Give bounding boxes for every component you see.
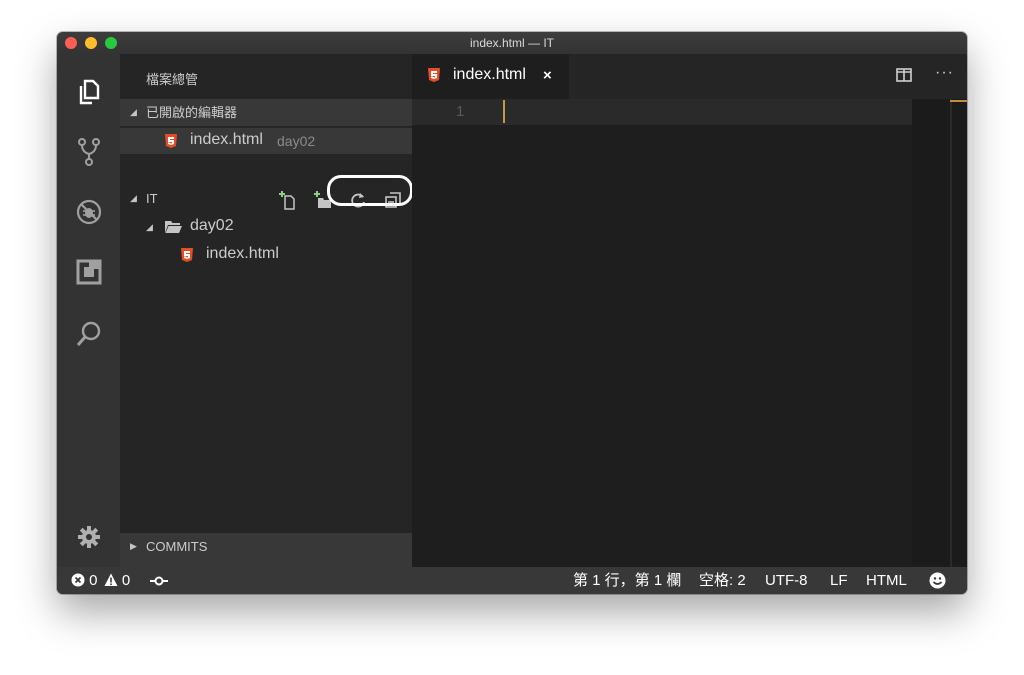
problems-indicator[interactable]: 0 0	[71, 567, 130, 594]
tree-folder-label: day02	[190, 217, 234, 234]
open-editor-filename: index.html	[190, 131, 263, 148]
open-editors-label: 已開啟的編輯器	[146, 105, 238, 120]
cursor-marker	[950, 100, 967, 102]
html-file-icon	[428, 68, 440, 82]
end-of-line[interactable]: LF	[830, 567, 848, 594]
tab-label: index.html	[453, 66, 526, 83]
sidebar-title: 檔案總管	[146, 72, 199, 87]
workspace-label: IT	[146, 191, 158, 206]
extensions-icon[interactable]	[71, 254, 107, 290]
html-file-icon	[181, 248, 193, 262]
close-icon[interactable]: ×	[543, 67, 552, 84]
folder-open-icon	[165, 221, 182, 233]
chevron-down-icon: ◢	[130, 193, 137, 203]
warning-icon	[104, 573, 118, 586]
source-control-icon[interactable]	[71, 134, 107, 170]
title-bar: index.html — IT	[57, 32, 967, 55]
editor-window: index.html — IT 檔案總管 ◢ 已開啟的編輯器 index.htm…	[57, 32, 967, 594]
html-file-icon	[165, 134, 177, 148]
git-commit-icon[interactable]	[150, 575, 168, 587]
new-file-folder-highlight	[327, 175, 413, 206]
feedback-smiley-icon[interactable]	[929, 572, 946, 589]
tab-bar: index.html × ···	[412, 54, 967, 99]
encoding[interactable]: UTF-8	[765, 567, 808, 594]
explorer-sidebar: 檔案總管 ◢ 已開啟的編輯器 index.html day02 ◢ IT ◢ d…	[120, 54, 413, 589]
activity-bar	[57, 54, 120, 567]
split-editor-icon[interactable]	[896, 68, 912, 82]
open-editor-item[interactable]: index.html day02	[120, 128, 412, 154]
search-icon[interactable]	[71, 316, 107, 352]
current-line-highlight	[412, 99, 912, 125]
indentation[interactable]: 空格: 2	[699, 567, 746, 594]
overview-ruler[interactable]	[950, 99, 952, 567]
minimap[interactable]	[912, 99, 967, 567]
line-number: 1	[456, 103, 465, 120]
new-file-icon[interactable]	[278, 190, 298, 210]
error-count: 0	[89, 572, 98, 589]
more-actions-icon[interactable]: ···	[935, 64, 954, 82]
open-editors-header[interactable]: ◢ 已開啟的編輯器	[120, 99, 412, 126]
chevron-down-icon: ◢	[146, 222, 153, 232]
tree-item-index-html[interactable]: index.html	[120, 242, 412, 268]
tab-index-html[interactable]: index.html ×	[412, 54, 569, 99]
files-icon[interactable]	[71, 74, 107, 110]
warning-count: 0	[121, 572, 131, 589]
cursor-position[interactable]: 第 1 行，第 1 欄	[573, 567, 681, 594]
text-cursor	[503, 100, 505, 123]
status-bar: 0 0 第 1 行，第 1 欄 空格: 2 UTF-8 LF HTML	[57, 567, 967, 594]
editor-area: index.html × ··· 1	[412, 54, 967, 567]
commits-section[interactable]: ▶ COMMITS	[120, 533, 412, 560]
debug-icon[interactable]	[71, 194, 107, 230]
chevron-right-icon: ▶	[130, 541, 137, 551]
language-mode[interactable]: HTML	[866, 567, 907, 594]
error-icon	[71, 573, 85, 587]
chevron-down-icon: ◢	[130, 107, 137, 117]
window-title: index.html — IT	[469, 36, 555, 50]
tree-item-day02[interactable]: ◢ day02	[120, 214, 412, 240]
gear-icon[interactable]	[71, 519, 107, 555]
open-editor-folder: day02	[277, 133, 316, 149]
tree-file-label: index.html	[206, 245, 279, 262]
commits-label: COMMITS	[146, 539, 208, 554]
